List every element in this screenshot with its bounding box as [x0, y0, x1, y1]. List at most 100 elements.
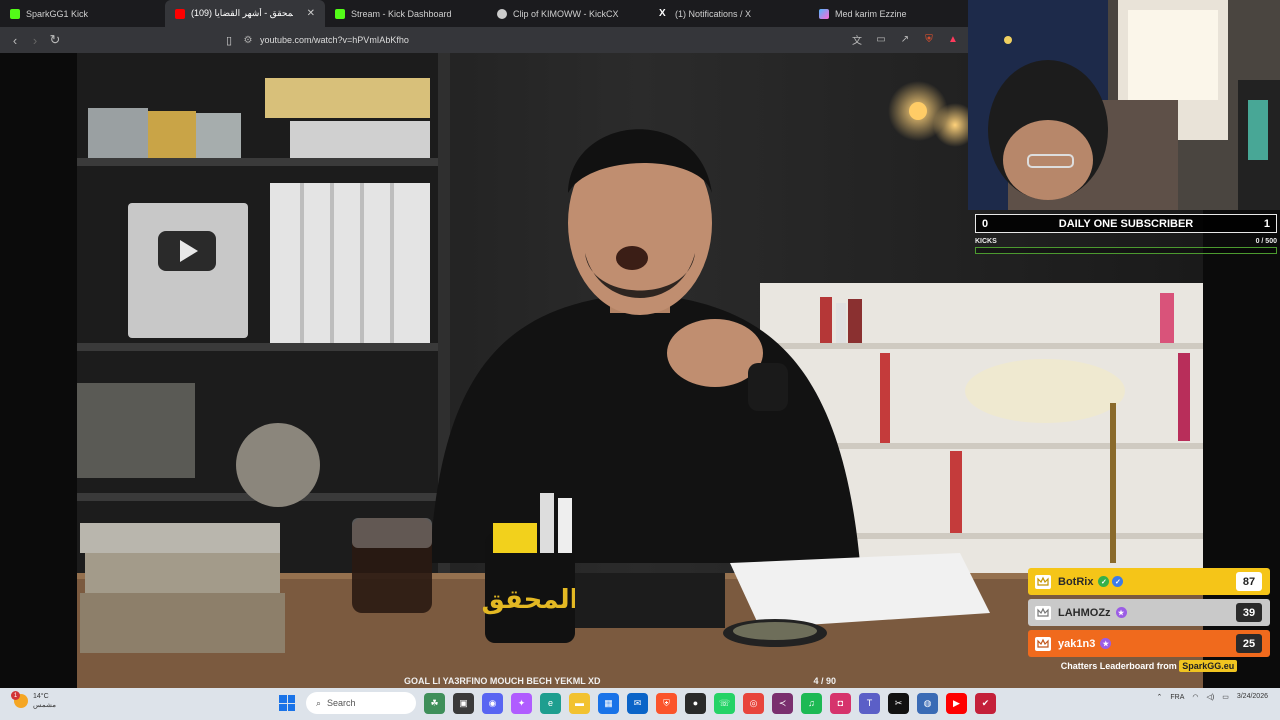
windows-start-icon[interactable] — [276, 692, 298, 714]
goal-kicks-label: KICKS — [975, 238, 997, 245]
chatters-leaderboard: BotRix ✓ ✓ 87 LAHMOZz ★ 39 yak1n3 ★ 25 C… — [1028, 568, 1270, 672]
youtube-favicon-icon — [175, 8, 185, 19]
tab-med-karim[interactable]: Med karim Ezzine — [809, 0, 968, 27]
ticker-message: GOAL LI YA3RFINO MOUCH BECH YEKML XD — [404, 676, 601, 686]
chrome-icon[interactable]: ◎ — [743, 692, 764, 714]
teams-icon[interactable]: T — [859, 692, 880, 714]
tab-label: (1) Notifications / X — [675, 8, 752, 19]
leaderboard-footer-text: Chatters Leaderboard from — [1060, 661, 1177, 671]
discord-icon[interactable]: ◉ — [482, 692, 503, 714]
kick-favicon-icon — [10, 8, 20, 19]
weather-widget[interactable]: 1 14°C مشمس — [11, 691, 56, 710]
leaderboard-footer: Chatters Leaderboard from SparkGG.eu — [1028, 660, 1270, 672]
weather-description: مشمس — [33, 702, 56, 709]
spotify-icon[interactable]: ♫ — [801, 692, 822, 714]
leaderboard-row: LAHMOZz ★ 39 — [1028, 599, 1270, 626]
svg-text:المحقق: المحقق — [482, 585, 579, 615]
copilot-icon[interactable]: ✦ — [511, 692, 532, 714]
leaderboard-row: yak1n3 ★ 25 — [1028, 630, 1270, 657]
tab-label: Stream - Kick Dashboard — [351, 8, 452, 19]
date-text: 3/24/2026 — [1236, 693, 1268, 700]
bookmark-icon[interactable]: ▯ — [222, 34, 236, 47]
tab-sparkgg1-kick[interactable]: SparkGG1 Kick — [0, 0, 165, 27]
clock[interactable]: 3/24/2026 — [1237, 692, 1268, 702]
forward-icon[interactable]: › — [25, 30, 45, 50]
goal-start-value: 0 — [982, 217, 989, 230]
back-icon[interactable]: ‹ — [5, 30, 25, 50]
goal-header: 0 DAILY ONE SUBSCRIBER 1 — [975, 214, 1277, 233]
chatter-message-count: 39 — [1236, 603, 1262, 622]
search-label: Search — [327, 698, 356, 708]
tab-label: Med karim Ezzine — [835, 8, 907, 19]
webcam-frame — [968, 0, 1280, 210]
chatter-message-count: 87 — [1236, 572, 1262, 591]
battery-icon[interactable]: ▭ — [1222, 693, 1229, 701]
browser-toolbar: ‹ › ↻ ▯ ⚙ youtube.com/watch?v=hPVmIAbKfh… — [0, 27, 968, 53]
chatter-name: BotRix — [1058, 575, 1094, 588]
kickcx-favicon-icon — [497, 8, 507, 19]
language-indicator[interactable]: FRA — [1170, 694, 1184, 701]
file-explorer-icon[interactable]: ▬ — [569, 692, 590, 714]
youtube-icon[interactable]: ▶ — [946, 692, 967, 714]
tab-label: (109) المحقق - أشهر القضايا ! — [191, 8, 293, 18]
brave-shield-icon[interactable]: ⛨ — [922, 32, 936, 46]
notification-badge: 1 — [11, 691, 20, 700]
image-favicon-icon — [819, 8, 829, 19]
windows-taskbar: 1 14°C مشمس ⌕ Search ☘ ▣ ◉ ✦ e ▬ ▦ ✉ ⛨ ●… — [0, 688, 1280, 720]
tab-youtube-video[interactable]: (109) المحقق - أشهر القضايا ! ✕ — [165, 0, 325, 27]
ticker-counter: 4 / 90 — [813, 676, 836, 686]
subscriber-badge-icon: ★ — [1115, 607, 1127, 618]
subscriber-badge-icon: ★ — [1100, 638, 1112, 649]
goal-target-value: 1 — [1263, 217, 1270, 230]
close-tab-icon[interactable]: ✕ — [307, 8, 315, 19]
brave-icon[interactable]: ⛨ — [656, 692, 677, 714]
tab-kick-dashboard[interactable]: Stream - Kick Dashboard — [325, 0, 487, 27]
tab-kickcx-clip[interactable]: Clip of KIMOWW - KickCX — [487, 0, 649, 27]
volume-icon[interactable]: ◁) — [1207, 693, 1215, 701]
tab-label: Clip of KIMOWW - KickCX — [513, 8, 619, 19]
outlook-icon[interactable]: ✉ — [627, 692, 648, 714]
translate-icon[interactable]: 文 — [850, 32, 864, 47]
obs-icon[interactable]: ● — [685, 692, 706, 714]
browser-icon[interactable]: ◍ — [917, 692, 938, 714]
vscode-icon[interactable]: ≺ — [772, 692, 793, 714]
store-icon[interactable]: ▦ — [598, 692, 619, 714]
reload-icon[interactable]: ↻ — [45, 30, 65, 50]
whatsapp-icon[interactable]: ☏ — [714, 692, 735, 714]
streamer-webcam — [968, 0, 1280, 210]
moderator-badge-icon: ✓ — [1098, 576, 1110, 587]
widgets-icon[interactable]: ☘ — [424, 692, 445, 714]
chatter-name: LAHMOZz — [1058, 606, 1111, 619]
leaderboard-row: BotRix ✓ ✓ 87 — [1028, 568, 1270, 595]
crown-icon — [1035, 574, 1051, 589]
cast-icon[interactable]: ▭ — [874, 32, 888, 46]
capcut-icon[interactable]: ✂ — [888, 692, 909, 714]
goal-progress-bar — [975, 247, 1277, 254]
edge-icon[interactable]: e — [540, 692, 561, 714]
url-text[interactable]: youtube.com/watch?v=hPVmIAbKfho — [260, 35, 409, 45]
site-info-icon[interactable]: ⚙ — [236, 35, 260, 46]
taskbar-search[interactable]: ⌕ Search — [306, 692, 416, 714]
subscriber-goal-widget: 0 DAILY ONE SUBSCRIBER 1 KICKS 0 / 500 — [975, 214, 1277, 254]
app-icon[interactable]: ✔ — [975, 692, 996, 714]
wifi-icon[interactable]: ◠ — [1192, 693, 1198, 701]
sun-icon: 1 — [11, 691, 28, 708]
system-tray: ⌃ FRA ◠ ◁) ▭ 3/24/2026 — [1157, 692, 1268, 702]
crown-icon — [1035, 605, 1051, 620]
instagram-icon[interactable]: ◘ — [830, 692, 851, 714]
brave-rewards-icon[interactable]: ▲ — [946, 32, 960, 46]
share-icon[interactable]: ↗ — [898, 32, 912, 46]
browser-tab-bar: SparkGG1 Kick (109) المحقق - أشهر القضاي… — [0, 0, 968, 27]
sparkgg-brand: SparkGG.eu — [1179, 660, 1238, 672]
crown-icon — [1035, 636, 1051, 651]
goal-title: DAILY ONE SUBSCRIBER — [1058, 217, 1194, 230]
goal-progress-text: 0 / 500 — [1255, 238, 1277, 245]
kick-favicon-icon — [335, 8, 345, 19]
task-view-icon[interactable]: ▣ — [453, 692, 474, 714]
chatter-message-count: 25 — [1236, 634, 1262, 653]
goal-ticker: GOAL LI YA3RFINO MOUCH BECH YEKML XD 4 /… — [396, 674, 844, 688]
x-logo-icon: X — [659, 7, 666, 19]
tab-x-notifications[interactable]: X (1) Notifications / X — [649, 0, 809, 27]
verified-badge-icon: ✓ — [1112, 576, 1124, 587]
tray-overflow-icon[interactable]: ⌃ — [1157, 693, 1163, 701]
